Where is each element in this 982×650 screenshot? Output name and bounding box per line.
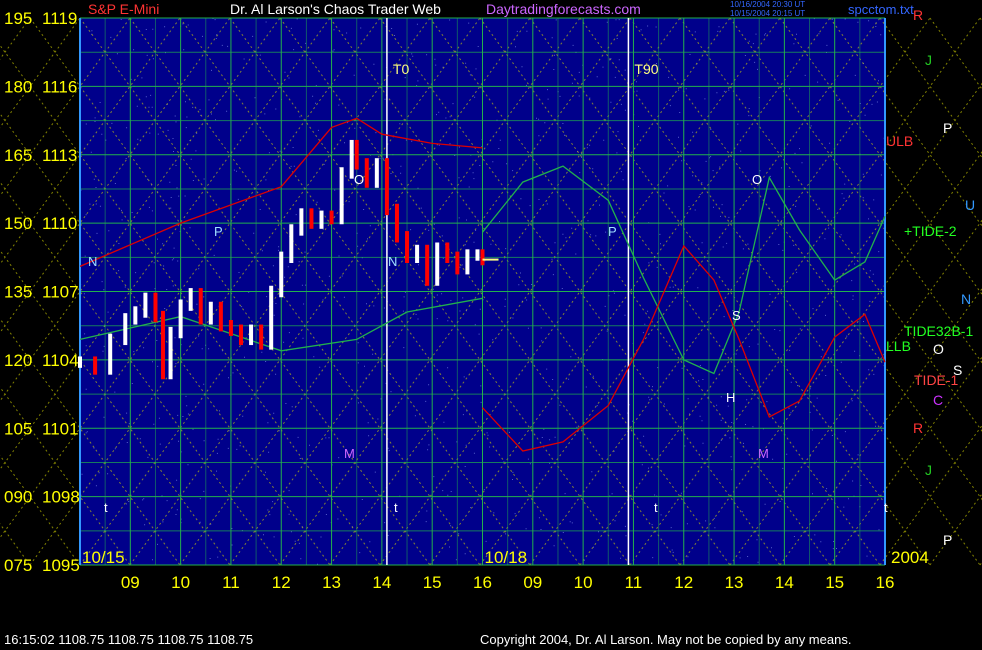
plot-letter: P	[214, 224, 223, 239]
line-label: +TIDE-2	[904, 223, 957, 239]
y-price-label: 1095	[42, 556, 80, 575]
hour-tick-label: 12	[272, 573, 291, 592]
hour-tick-label: 15	[423, 573, 442, 592]
right-label: S	[953, 362, 962, 378]
line-label: ULB	[886, 133, 913, 149]
instrument-label: S&P E-Mini	[88, 1, 159, 17]
timestamp-2: 10/15/2004 20:15 UT	[730, 9, 805, 18]
hour-tick-label: 09	[121, 573, 140, 592]
y-left-label: 075	[4, 556, 32, 575]
y-price-label: 1119	[42, 9, 77, 28]
date-label: 10/15	[82, 548, 125, 567]
hour-tick-label: 16	[473, 573, 492, 592]
right-label: R	[913, 7, 923, 23]
time-marker-label: T0	[393, 61, 410, 77]
y-price-label: 1116	[42, 77, 77, 96]
hour-tick-label: 10	[171, 573, 190, 592]
plot-letter: M	[344, 446, 355, 461]
hour-tick-label: 16	[876, 573, 895, 592]
line-label: TIDE-1	[914, 372, 959, 388]
plot-letter: O	[752, 172, 762, 187]
y-left-label: 120	[4, 351, 32, 370]
plot-letter: t	[654, 500, 658, 515]
date-label: 10/18	[485, 548, 528, 567]
plot-letter: t	[884, 500, 888, 515]
right-label: P	[943, 532, 952, 548]
hour-tick-label: 13	[725, 573, 744, 592]
right-label: O	[933, 341, 944, 357]
plot-letter: O	[354, 172, 364, 187]
hour-tick-label: 12	[674, 573, 693, 592]
y-price-label: 1110	[42, 214, 77, 233]
plot-letter: N	[388, 254, 397, 269]
y-price-label: 1107	[42, 283, 79, 302]
line-label: LLB	[886, 338, 911, 354]
hour-tick-label: 10	[574, 573, 593, 592]
y-price-label: 1098	[42, 488, 80, 507]
chart: 195 1119180 1116165 1113150 1110135 1107120 11…	[0, 0, 982, 592]
plot-letter: S	[732, 308, 741, 323]
right-label: U	[965, 197, 975, 213]
site-url: Daytradingforecasts.com	[486, 1, 641, 17]
plot-letter: N	[88, 254, 97, 269]
last-quote: 16:15:02 1108.75 1108.75 1108.75 1108.75	[4, 632, 254, 647]
time-marker-label: T90	[634, 61, 658, 77]
plot-letter: M	[758, 446, 769, 461]
plot-letter: P	[608, 224, 617, 239]
hour-tick-label: 11	[625, 573, 643, 592]
hour-tick-label: 09	[523, 573, 542, 592]
hour-tick-label: 13	[322, 573, 341, 592]
right-label: R	[913, 420, 923, 436]
copyright: Copyright 2004, Dr. Al Larson. May not b…	[480, 632, 852, 647]
y-left-label: 180	[4, 77, 32, 96]
y-left-label: 135	[4, 283, 32, 302]
date-label: 2004	[891, 548, 929, 567]
plot-letter: H	[726, 390, 735, 405]
plot-letter: t	[104, 500, 108, 515]
right-label: C	[933, 392, 943, 408]
plot-letter: t	[394, 500, 398, 515]
site-title: Dr. Al Larson's Chaos Trader Web	[230, 1, 441, 17]
y-left-label: 165	[4, 146, 32, 165]
file-name: spcctom.txt	[848, 2, 914, 17]
hour-tick-label: 14	[372, 573, 391, 592]
y-left-label: 150	[4, 214, 32, 233]
line-label: TIDE32B-1	[904, 323, 973, 339]
right-label: J	[925, 462, 932, 478]
right-label: P	[943, 120, 952, 136]
y-price-label: 1113	[42, 146, 77, 165]
hour-tick-label: 11	[222, 573, 240, 592]
right-label: J	[925, 52, 932, 68]
y-price-label: 1104	[42, 351, 79, 370]
right-label: N	[961, 291, 971, 307]
hour-tick-label: 15	[825, 573, 844, 592]
y-left-label: 195	[4, 9, 32, 28]
y-left-label: 105	[4, 419, 32, 438]
hour-tick-label: 14	[775, 573, 794, 592]
y-price-label: 1101	[42, 419, 79, 438]
timestamp-1: 10/16/2004 20:30 UT	[730, 0, 805, 9]
y-left-label: 090	[4, 488, 32, 507]
